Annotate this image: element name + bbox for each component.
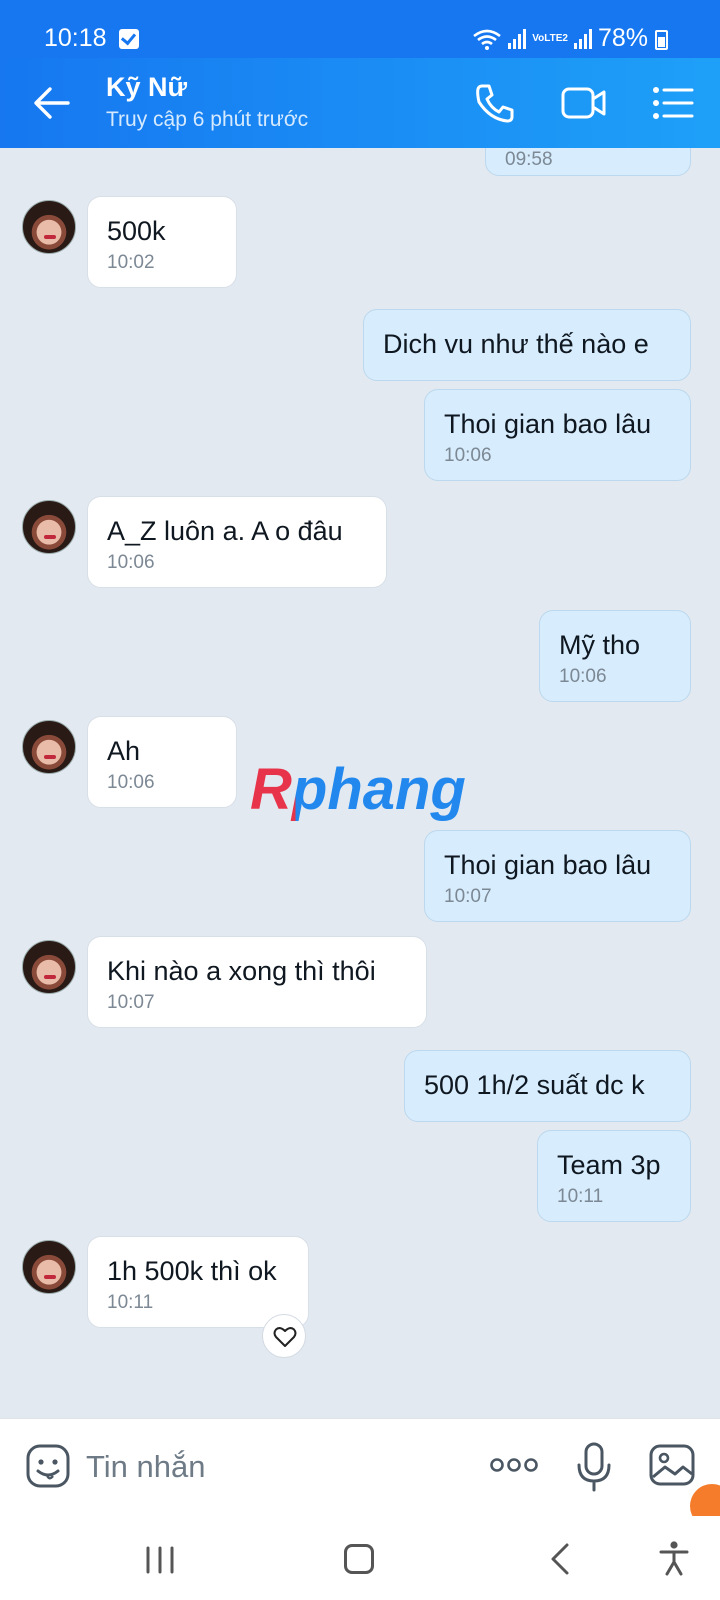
message-time: 10:07 [107,992,155,1013]
message-text: Mỹ tho [559,630,641,660]
contact-avatar[interactable] [22,940,76,994]
message-bubble-outgoing[interactable]: Team 3p 10:11 [537,1130,691,1222]
message-time: 09:58 [505,149,553,170]
sticker-smiley-icon [26,1444,70,1488]
message-text: Thoi gian bao lâu [444,409,652,439]
system-navigation-bar [0,1516,720,1600]
message-text: 1h 500k thì ok [107,1256,277,1286]
status-time: 10:18 [44,24,107,52]
options-menu-button[interactable] [652,80,698,126]
message-time: 10:07 [444,886,492,907]
message-text: Thoi gian bao lâu [444,850,652,880]
message-text: 500k [107,216,166,246]
message-bubble-outgoing[interactable]: Dich vu như thế nào e [363,309,691,381]
message-text: 500 1h/2 suất dc k [424,1070,645,1100]
more-options-button[interactable] [490,1455,538,1475]
contact-name[interactable]: Kỹ Nữ [106,72,187,103]
battery-icon [655,30,668,50]
message-list[interactable]: 09:58 500k 10:02 Dich vu như thế nào e T… [0,148,720,1418]
video-camera-icon [561,87,606,119]
contact-avatar[interactable] [22,720,76,774]
voice-message-button[interactable] [574,1441,614,1493]
microphone-icon [577,1442,611,1492]
call-button[interactable] [472,80,518,126]
notification-check-icon [119,29,139,49]
signal-icon [508,28,527,49]
message-time: 10:11 [107,1292,154,1313]
status-bar: 10:18 VoLTE2 78% [0,0,720,58]
chat-header: Kỹ Nữ Truy cập 6 phút trước [0,58,720,148]
signal-icon-2 [573,28,592,49]
battery-percent: 78% [597,24,648,52]
heart-icon [273,1327,297,1347]
back-button[interactable] [32,85,72,121]
message-text: Dich vu như thế nào e [383,329,649,359]
phone-icon [476,84,514,123]
message-text: Ah [107,736,141,766]
arrow-left-icon [34,87,70,119]
volte-label: VoLTE2 [532,32,568,44]
message-bubble-outgoing[interactable]: Thoi gian bao lâu 10:06 [424,389,691,481]
accessibility-icon [659,1541,689,1576]
home-button[interactable] [344,1544,374,1574]
image-icon [649,1444,695,1486]
message-composer [0,1418,720,1516]
system-back-button[interactable] [548,1542,572,1576]
accessibility-button[interactable] [658,1540,690,1576]
contact-avatar[interactable] [22,200,76,254]
recent-apps-icon [146,1546,174,1574]
message-time: 10:11 [557,1186,604,1207]
video-call-button[interactable] [560,80,606,126]
message-bubble-incoming[interactable]: Khi nào a xong thì thôi 10:07 [87,936,427,1028]
status-indicators: VoLTE2 78% [472,24,648,53]
message-time: 10:06 [444,445,492,466]
chevron-left-icon [551,1543,569,1575]
watermark-logo: Rphang [250,757,466,822]
last-seen-status: Truy cập 6 phút trước [106,108,309,131]
react-button[interactable] [262,1314,306,1358]
message-bubble-outgoing[interactable]: 09:58 [485,148,691,176]
message-input[interactable] [86,1445,456,1489]
message-bubble-outgoing[interactable]: Thoi gian bao lâu 10:07 [424,830,691,922]
message-time: 10:06 [107,772,155,793]
wifi-icon [473,29,501,50]
message-bubble-incoming[interactable]: A_Z luôn a. A o đâu 10:06 [87,496,387,588]
recent-apps-button[interactable] [144,1546,176,1574]
message-time: 10:06 [107,552,155,573]
message-text: A_Z luôn a. A o đâu [107,516,343,546]
contact-avatar[interactable] [22,500,76,554]
message-bubble-incoming[interactable]: 500k 10:02 [87,196,237,288]
list-menu-icon [653,87,694,119]
message-bubble-outgoing[interactable]: 500 1h/2 suất dc k [404,1050,691,1122]
send-image-button[interactable] [648,1443,696,1487]
message-text: Khi nào a xong thì thôi [107,956,376,986]
message-bubble-outgoing[interactable]: Mỹ tho 10:06 [539,610,691,702]
contact-avatar[interactable] [22,1240,76,1294]
message-time: 10:02 [107,252,155,273]
message-bubble-incoming[interactable]: 1h 500k thì ok 10:11 [87,1236,309,1328]
message-time: 10:06 [559,666,607,687]
message-text: Team 3p [557,1150,661,1180]
message-bubble-incoming[interactable]: Ah 10:06 [87,716,237,808]
more-dots-icon [490,1458,538,1472]
sticker-button[interactable] [25,1443,71,1489]
